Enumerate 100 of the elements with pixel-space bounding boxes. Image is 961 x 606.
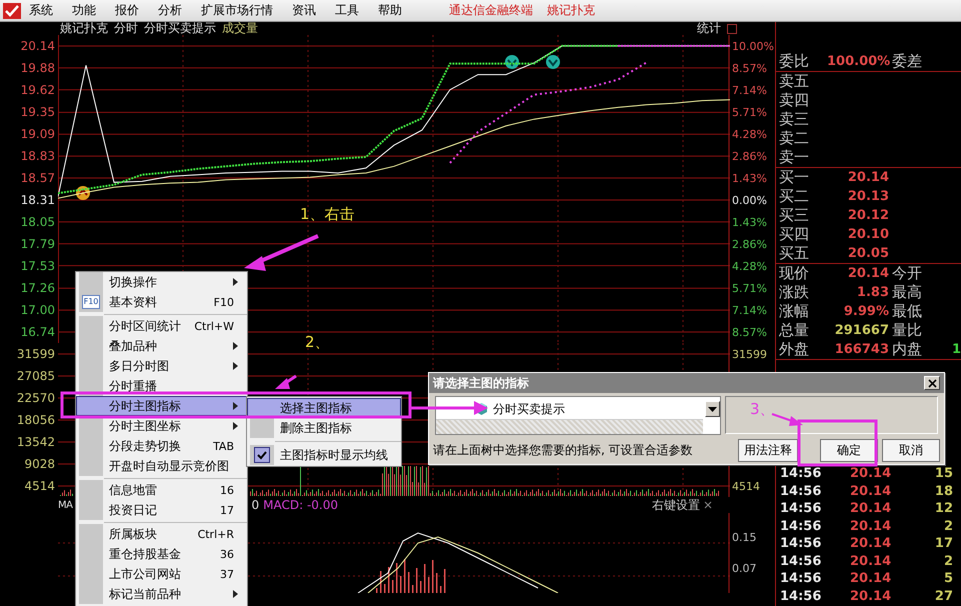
dialog-button[interactable]: 取消 bbox=[882, 439, 940, 462]
menu-item[interactable]: 分时区间统计 Ctrl+W bbox=[76, 316, 247, 336]
tick-volume: 5 bbox=[944, 571, 954, 586]
indicator-label: 0 bbox=[251, 498, 260, 512]
menu-item[interactable]: 所属板块 Ctrl+R bbox=[76, 524, 247, 544]
quote-label: 卖四 bbox=[778, 91, 810, 110]
percent-axis-label: 4.28% bbox=[731, 128, 768, 140]
dialog-button[interactable]: 用法注释 bbox=[738, 439, 798, 462]
menu-item[interactable]: 叠加品种 bbox=[76, 336, 247, 356]
percent-axis-label: 0.00% bbox=[731, 194, 768, 206]
menu-item[interactable]: 分段走势切换 TAB bbox=[76, 436, 247, 456]
menu-item[interactable]: 开盘时自动显示竞价图 bbox=[76, 456, 247, 476]
stats-label[interactable]: 统计 bbox=[697, 20, 721, 37]
percent-axis-label: 5.71% bbox=[731, 282, 768, 294]
volume-axis-label: 9028 bbox=[23, 457, 56, 471]
percent-axis-label: 2.86% bbox=[731, 238, 768, 250]
quote-value: 1 bbox=[952, 342, 961, 357]
menu-item[interactable]: 信息地雷 16 bbox=[76, 480, 247, 500]
dialog-hint: 请在上面树中选择您需要的指标, 可设置合适参数 bbox=[433, 442, 693, 459]
menu-item[interactable]: 分时主图坐标 bbox=[76, 416, 247, 436]
quote-label: 卖五 bbox=[778, 72, 810, 91]
menu-item[interactable]: 分析 bbox=[158, 2, 182, 19]
tick-volume: 2 bbox=[944, 518, 954, 534]
percent-axis-label: 8.57% bbox=[731, 62, 768, 74]
price-axis-label: 17.26 bbox=[20, 281, 55, 296]
menu-item[interactable]: 重仓持股基金 36 bbox=[76, 544, 247, 564]
price-axis-label: 18.31 bbox=[20, 192, 55, 207]
menu-item[interactable]: 工具 bbox=[335, 2, 359, 19]
menu-item[interactable]: 删除主图指标 bbox=[247, 418, 401, 438]
dialog-button[interactable]: 确定 bbox=[820, 439, 878, 462]
quote-label: 量比 bbox=[892, 321, 922, 340]
volume-axis-label: 31599 bbox=[16, 347, 56, 361]
scroll-down-button[interactable] bbox=[705, 401, 720, 417]
tick-time: 14:56 bbox=[779, 501, 822, 516]
price-axis-label: 19.62 bbox=[20, 82, 55, 97]
menu-item[interactable]: F10 基本资料 F10 bbox=[76, 292, 247, 312]
annotation-arrow bbox=[275, 374, 297, 389]
menu-item[interactable]: 标记当前品种 bbox=[76, 584, 247, 604]
menu-item[interactable]: 资讯 bbox=[292, 2, 316, 19]
tick-volume: 27 bbox=[934, 588, 954, 604]
quote-value: 166743 bbox=[834, 342, 889, 357]
menu-item[interactable]: 功能 bbox=[72, 2, 96, 19]
horizontal-scrollbar[interactable] bbox=[436, 419, 703, 434]
menu-item[interactable]: 选择主图指标 bbox=[247, 398, 401, 418]
window-title: 姚记扑克 bbox=[547, 2, 595, 19]
annotation-label: 2、 bbox=[305, 333, 330, 352]
menu-item[interactable]: 分时主图指标 bbox=[76, 396, 247, 416]
tick-price: 20.14 bbox=[850, 518, 892, 534]
annotation-arrow bbox=[772, 413, 803, 426]
macd-axis-label: 0.15 bbox=[732, 531, 758, 544]
quote-label: 买四 bbox=[778, 225, 810, 244]
sell-signal-icon bbox=[546, 55, 560, 69]
close-icon[interactable] bbox=[704, 501, 712, 509]
price-axis-label: 17.79 bbox=[20, 236, 55, 251]
percent-axis-label: 2.86% bbox=[731, 150, 768, 162]
chart-title: 成交量 bbox=[222, 20, 258, 37]
dialog-title: 请选择主图的指标 bbox=[433, 374, 529, 392]
settings-label[interactable]: 右键设置 bbox=[652, 496, 700, 514]
percent-axis-label: 1.43% bbox=[731, 172, 768, 184]
percent-axis-label: 5.71% bbox=[731, 106, 768, 118]
tick-time: 14:56 bbox=[779, 536, 822, 552]
tick-price: 20.14 bbox=[850, 466, 892, 482]
price-axis-label: 18.05 bbox=[20, 214, 55, 229]
quote-label: 卖一 bbox=[778, 148, 810, 167]
price-axis-label: 19.88 bbox=[20, 60, 55, 75]
menu-item[interactable]: 主图指标时显示均线 bbox=[247, 445, 401, 465]
menu-item[interactable]: 切换操作 bbox=[76, 272, 247, 292]
menu-item[interactable]: 投资日记 17 bbox=[76, 500, 247, 520]
quote-value: 20.12 bbox=[846, 208, 889, 223]
tick-price: 20.14 bbox=[850, 501, 892, 516]
quote-label: 买三 bbox=[778, 206, 810, 225]
percent-axis-label: 4.28% bbox=[731, 260, 768, 272]
menu-item[interactable]: 报价 bbox=[115, 2, 139, 19]
menu-item[interactable]: 上市公司网站 37 bbox=[76, 564, 247, 584]
quote-label: 现价 bbox=[778, 264, 810, 283]
tick-price: 20.14 bbox=[850, 571, 892, 586]
price-axis-label: 17.00 bbox=[20, 303, 55, 318]
menu-item[interactable]: 帮助 bbox=[378, 2, 402, 19]
sell-signal-icon bbox=[505, 55, 519, 69]
chart-title: 分时 bbox=[114, 20, 138, 37]
menu-item[interactable]: 系统 bbox=[29, 2, 53, 19]
menu-item[interactable]: 分时重播 bbox=[76, 376, 247, 396]
tick-price: 20.14 bbox=[850, 536, 892, 552]
chart-title: 姚记扑克 bbox=[60, 20, 108, 37]
caret-down-icon bbox=[708, 406, 717, 412]
quote-label: 涨幅 bbox=[778, 302, 810, 321]
quote-label: 涨跌 bbox=[778, 283, 810, 302]
quote-label: 最高 bbox=[892, 283, 922, 302]
close-button[interactable] bbox=[924, 376, 940, 390]
quote-value: 20.14 bbox=[846, 170, 889, 185]
menu-item[interactable]: 扩展市场行情 bbox=[201, 2, 273, 19]
window-box-icon[interactable] bbox=[727, 24, 737, 34]
quote-label: 总量 bbox=[778, 321, 810, 340]
tick-volume: 15 bbox=[934, 466, 954, 482]
price-axis-label: 17.53 bbox=[20, 258, 55, 273]
menu-item[interactable]: 多日分时图 bbox=[76, 356, 247, 376]
volume-axis-label: 4514 bbox=[731, 480, 761, 492]
percent-axis-label: 7.14% bbox=[731, 304, 768, 316]
indicator-label: MA bbox=[58, 500, 72, 510]
indicator-label: MACD: -0.00 bbox=[263, 498, 338, 512]
